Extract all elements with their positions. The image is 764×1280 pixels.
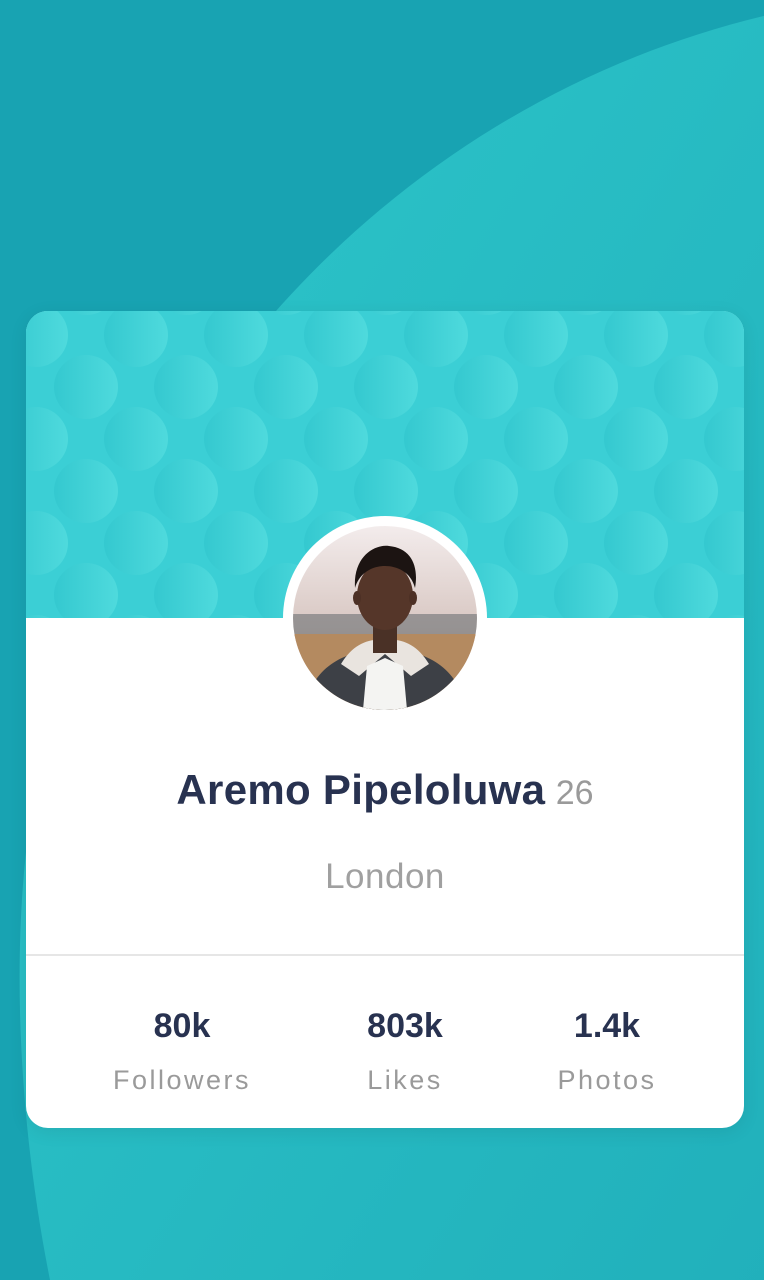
pattern-circle: [254, 355, 318, 419]
stat-label: Followers: [112, 1065, 252, 1095]
pattern-circle: [354, 459, 418, 523]
pattern-circle: [254, 459, 318, 523]
stat-photos[interactable]: 1.4k Photos: [492, 1006, 722, 1096]
pattern-circle: [154, 355, 218, 419]
stat-label: Likes: [367, 1065, 443, 1095]
pattern-circle: [204, 511, 268, 575]
avatar[interactable]: [293, 526, 477, 710]
avatar-ring: [283, 516, 487, 720]
pattern-circle: [454, 459, 518, 523]
profile-card: Aremo Pipeloluwa 26 London 80k Followers…: [26, 311, 744, 1128]
pattern-circle: [304, 407, 368, 471]
stat-likes[interactable]: 803k Likes: [290, 1006, 520, 1096]
pattern-circle: [54, 355, 118, 419]
profile-photo-icon: [293, 526, 477, 710]
stat-value: 80k: [153, 1007, 211, 1045]
pattern-circle: [54, 459, 118, 523]
pattern-circle: [104, 407, 168, 471]
pattern-circle: [604, 511, 668, 575]
pattern-circle: [554, 355, 618, 419]
pattern-circle: [454, 355, 518, 419]
stat-value: 1.4k: [573, 1007, 641, 1045]
pattern-circle: [604, 407, 668, 471]
profile-name: Aremo Pipeloluwa: [176, 766, 546, 813]
pattern-circle: [504, 407, 568, 471]
pattern-circle: [104, 511, 168, 575]
pattern-circle: [354, 355, 418, 419]
stat-value: 803k: [367, 1007, 443, 1045]
profile-location: London: [325, 857, 445, 896]
name-row: Aremo Pipeloluwa 26: [26, 766, 744, 814]
pattern-circle: [654, 355, 718, 419]
pattern-circle: [504, 511, 568, 575]
stat-followers[interactable]: 80k Followers: [67, 1006, 297, 1096]
pattern-circle: [654, 459, 718, 523]
pattern-circle: [154, 459, 218, 523]
pattern-circle: [204, 407, 268, 471]
pattern-circle: [554, 459, 618, 523]
stat-label: Photos: [557, 1065, 657, 1095]
divider: [26, 954, 744, 956]
profile-age: 26: [555, 774, 594, 812]
pattern-circle: [404, 407, 468, 471]
